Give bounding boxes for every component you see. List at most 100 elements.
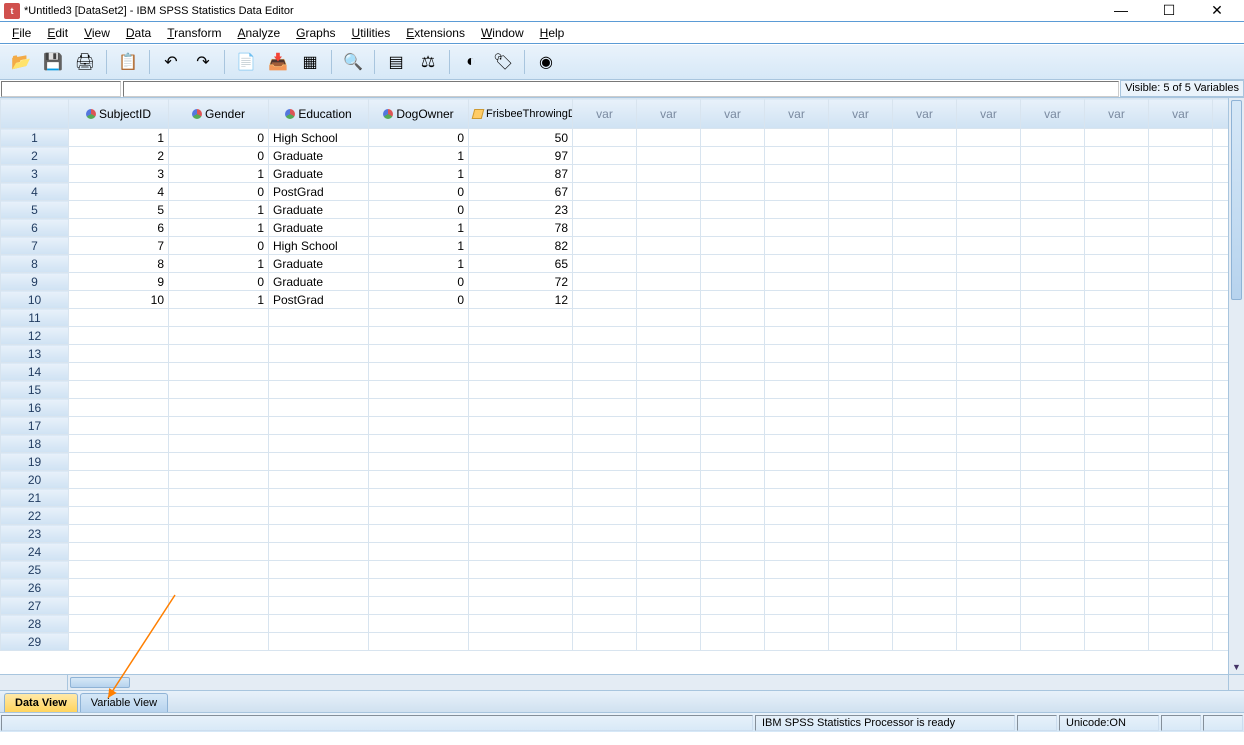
cell-empty[interactable] (1085, 525, 1149, 543)
cell-empty[interactable] (893, 345, 957, 363)
cell-empty[interactable] (765, 543, 829, 561)
cell[interactable]: 3 (69, 165, 169, 183)
cell[interactable]: 1 (369, 255, 469, 273)
cell-empty[interactable] (829, 309, 893, 327)
cell-empty[interactable] (893, 489, 957, 507)
cell-empty[interactable] (701, 561, 765, 579)
cell-empty[interactable] (637, 507, 701, 525)
cell-empty[interactable] (1213, 345, 1229, 363)
cell-empty[interactable] (1149, 543, 1213, 561)
cell-empty[interactable] (269, 597, 369, 615)
cell-empty[interactable] (573, 363, 637, 381)
cell-empty[interactable] (369, 507, 469, 525)
cell-empty[interactable] (573, 471, 637, 489)
vertical-scrollbar[interactable]: ▲ ▼ (1228, 98, 1244, 674)
cell-empty[interactable] (1085, 381, 1149, 399)
cell-empty[interactable] (765, 165, 829, 183)
cell-empty[interactable] (637, 615, 701, 633)
cell-empty[interactable] (469, 435, 573, 453)
toolbar-select-button[interactable]: ◐ (456, 48, 486, 76)
cell-empty[interactable] (573, 165, 637, 183)
cell-empty[interactable] (829, 453, 893, 471)
cell-empty[interactable] (957, 291, 1021, 309)
cell-empty[interactable] (369, 561, 469, 579)
cell-empty[interactable] (69, 579, 169, 597)
menu-data[interactable]: Data (118, 24, 159, 42)
menu-file[interactable]: File (4, 24, 39, 42)
cell-empty[interactable] (369, 543, 469, 561)
row-header[interactable]: 18 (1, 435, 69, 453)
cell-empty[interactable] (69, 561, 169, 579)
cell-empty[interactable] (1021, 471, 1085, 489)
cell-empty[interactable] (1149, 147, 1213, 165)
cell-empty[interactable] (637, 471, 701, 489)
row-header[interactable]: 20 (1, 471, 69, 489)
cell[interactable]: 0 (169, 273, 269, 291)
cell-empty[interactable] (1085, 417, 1149, 435)
cell-empty[interactable] (829, 597, 893, 615)
cell-empty[interactable] (1021, 183, 1085, 201)
cell-empty[interactable] (1213, 489, 1229, 507)
cell-empty[interactable] (469, 543, 573, 561)
cell-empty[interactable] (1149, 237, 1213, 255)
cell-empty[interactable] (893, 633, 957, 651)
cell-empty[interactable] (637, 579, 701, 597)
cell-empty[interactable] (957, 327, 1021, 345)
cell-empty[interactable] (1149, 435, 1213, 453)
column-header-empty[interactable]: var (893, 99, 957, 129)
cell-empty[interactable] (69, 381, 169, 399)
cell[interactable]: 23 (469, 201, 573, 219)
cell-empty[interactable] (637, 237, 701, 255)
cell-empty[interactable] (1021, 507, 1085, 525)
cell[interactable]: 0 (169, 237, 269, 255)
cell-empty[interactable] (893, 471, 957, 489)
cell[interactable]: Graduate (269, 273, 369, 291)
cell-empty[interactable] (957, 417, 1021, 435)
cell-empty[interactable] (1149, 309, 1213, 327)
cell-empty[interactable] (893, 543, 957, 561)
cell-empty[interactable] (637, 453, 701, 471)
cell-empty[interactable] (1213, 129, 1229, 147)
row-header[interactable]: 4 (1, 183, 69, 201)
cell-empty[interactable] (765, 219, 829, 237)
column-header-subjectid[interactable]: SubjectID (69, 99, 169, 129)
cell-empty[interactable] (1021, 525, 1085, 543)
cell-empty[interactable] (893, 507, 957, 525)
cell-empty[interactable] (69, 543, 169, 561)
cell-empty[interactable] (1149, 381, 1213, 399)
cell-empty[interactable] (69, 507, 169, 525)
cell-empty[interactable] (957, 237, 1021, 255)
toolbar-goto-var-button[interactable]: 📥 (263, 48, 293, 76)
cell-empty[interactable] (701, 453, 765, 471)
cell-empty[interactable] (1213, 147, 1229, 165)
cell-empty[interactable] (829, 525, 893, 543)
scroll-down-icon[interactable]: ▼ (1229, 660, 1244, 674)
cell-empty[interactable] (893, 399, 957, 417)
row-header[interactable]: 25 (1, 561, 69, 579)
cell-empty[interactable] (1085, 363, 1149, 381)
cell-empty[interactable] (369, 417, 469, 435)
cell-empty[interactable] (1213, 309, 1229, 327)
cell-empty[interactable] (957, 633, 1021, 651)
cell-empty[interactable] (957, 453, 1021, 471)
cell-empty[interactable] (1021, 345, 1085, 363)
menu-view[interactable]: View (76, 24, 118, 42)
cell-empty[interactable] (701, 273, 765, 291)
cell-empty[interactable] (637, 129, 701, 147)
cell-empty[interactable] (957, 435, 1021, 453)
cell-empty[interactable] (69, 417, 169, 435)
cell-empty[interactable] (1213, 183, 1229, 201)
cell-empty[interactable] (369, 471, 469, 489)
select-all-corner[interactable] (1, 99, 69, 129)
cell-empty[interactable] (1213, 435, 1229, 453)
cell-empty[interactable] (637, 255, 701, 273)
cell-empty[interactable] (1021, 489, 1085, 507)
cell-empty[interactable] (269, 399, 369, 417)
cell[interactable]: 1 (169, 201, 269, 219)
cell-empty[interactable] (957, 597, 1021, 615)
cell-empty[interactable] (269, 525, 369, 543)
cell[interactable]: High School (269, 129, 369, 147)
cell-empty[interactable] (69, 327, 169, 345)
cell-empty[interactable] (1213, 255, 1229, 273)
cell[interactable]: 78 (469, 219, 573, 237)
